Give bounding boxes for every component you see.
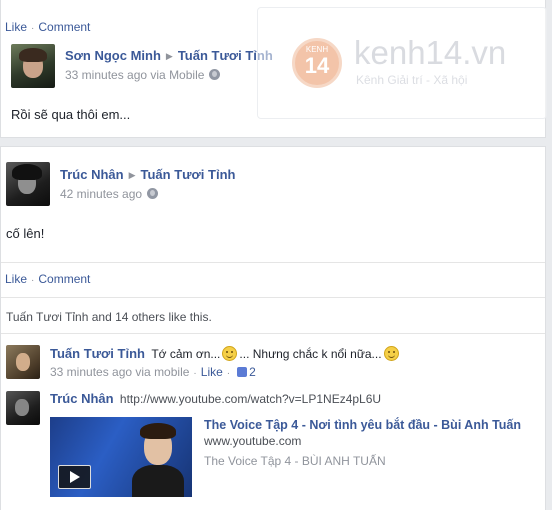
separator-dot: · [193, 368, 197, 379]
avatar[interactable] [11, 44, 55, 88]
comment-link[interactable]: Comment [38, 272, 90, 286]
author-name[interactable]: Trúc Nhân [60, 167, 124, 182]
avatar-hair [12, 164, 42, 180]
play-button-icon[interactable] [58, 465, 91, 489]
post-1-actions: Like · Comment [5, 20, 90, 34]
kenh14-site: kenh14.vn [354, 34, 507, 71]
avatar-face [15, 399, 29, 416]
post-1-meta: 33 minutes ago via Mobile [65, 68, 221, 82]
post-1-header: Sơn Ngọc Minh ▶ Tuấn Tươi Tỉnh [65, 48, 273, 63]
comment-like-count[interactable]: 2 [249, 365, 256, 379]
globe-icon [209, 69, 221, 80]
post-card-1: Like · Comment Sơn Ngọc Minh ▶ Tuấn Tươi Tỉn… [0, 0, 547, 138]
kenh14-tagline: Kênh Giải trí - Xã hội [356, 73, 468, 87]
divider [1, 262, 545, 263]
video-domain: www.youtube.com [204, 434, 302, 448]
video-person-body [132, 465, 184, 497]
comment-timestamp[interactable]: 33 minutes ago via mobile [50, 365, 189, 379]
post-2-header: Trúc Nhân ▶ Tuấn Tươi Tỉnh [60, 167, 235, 182]
like-link[interactable]: Like [5, 272, 27, 286]
arrow-right-icon: ▶ [165, 51, 173, 61]
comment-url-link[interactable]: http://www.youtube.com/watch?v=LP1NEz4pL… [120, 392, 381, 406]
video-title[interactable]: The Voice Tập 4 - Nơi tình yêu bắt đầu -… [204, 418, 521, 432]
post-text: cố lên! [6, 226, 45, 241]
kenh14-badge-num: 14 [304, 53, 330, 78]
comment-like-link[interactable]: Like [201, 365, 223, 379]
divider [1, 297, 545, 298]
like-link[interactable]: Like [5, 20, 27, 34]
globe-icon [147, 188, 159, 199]
thumbs-up-icon [237, 367, 248, 377]
separator-dot: · [226, 368, 231, 379]
avatar-hair [19, 48, 47, 62]
avatar-face [16, 353, 30, 371]
post-2-meta: 42 minutes ago [60, 187, 159, 201]
video-thumbnail[interactable] [50, 417, 192, 497]
separator-dot: · [31, 23, 35, 34]
comment-text-part1: Tớ cảm ơn... [151, 347, 221, 361]
comment-author[interactable]: Tuấn Tươi Tỉnh [50, 346, 145, 361]
video-person-hair [140, 423, 176, 439]
play-triangle [70, 471, 80, 483]
kenh14-watermark: KENH 14 kenh14.vn Kênh Giải trí - Xã hội [257, 7, 547, 119]
comment-text-part2: ... Nhưng chắc k nổi nữa... [239, 347, 382, 361]
comment-link[interactable]: Comment [38, 20, 90, 34]
timestamp[interactable]: 33 minutes ago via Mobile [65, 68, 204, 82]
comment-avatar[interactable] [6, 345, 40, 379]
comment-2-body: Trúc Nhân http://www.youtube.com/watch?v… [50, 391, 381, 406]
post-card-2: Trúc Nhân ▶ Tuấn Tươi Tỉnh 42 minutes ago … [0, 146, 546, 510]
kenh14-badge: KENH 14 [292, 38, 342, 88]
arrow-right-icon: ▶ [128, 170, 136, 180]
timestamp[interactable]: 42 minutes ago [60, 187, 142, 201]
divider [1, 333, 545, 334]
video-description: The Voice Tập 4 - BÙI ANH TUẤN [204, 454, 386, 468]
comment-1-meta: 33 minutes ago via mobile · Like · 2 [50, 365, 256, 379]
likes-summary[interactable]: Tuấn Tươi Tỉnh and 14 others like this. [6, 310, 212, 324]
avatar[interactable] [6, 162, 50, 206]
target-name[interactable]: Tuấn Tươi Tỉnh [141, 167, 236, 182]
post-2-actions: Like · Comment [5, 272, 90, 286]
post-text: Rồi sẽ qua thôi em... [11, 107, 131, 122]
comment-avatar[interactable] [6, 391, 40, 425]
comment-1-body: Tuấn Tươi Tỉnh Tớ cảm ơn... ... Nhưng chắ… [50, 346, 401, 361]
author-name[interactable]: Sơn Ngọc Minh [65, 48, 161, 63]
separator-dot: · [31, 275, 35, 286]
smiley-icon [383, 346, 399, 361]
comment-author[interactable]: Trúc Nhân [50, 391, 114, 406]
smiley-icon [222, 346, 238, 361]
